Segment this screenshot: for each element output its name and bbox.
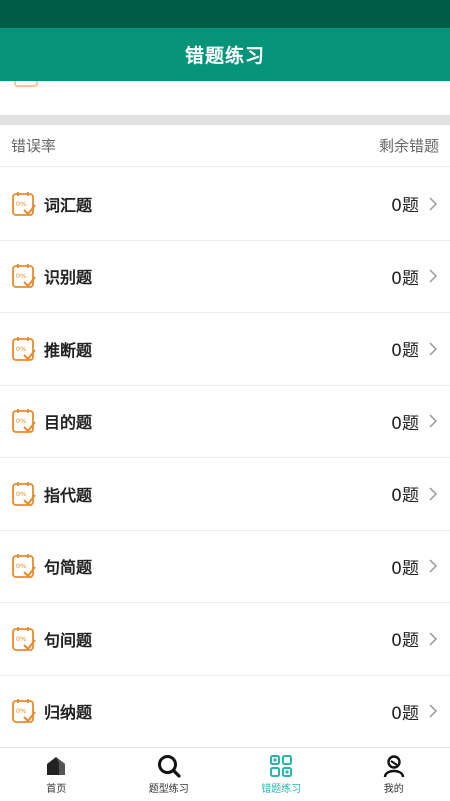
item-count: 0题	[391, 554, 419, 579]
list-item-identification[interactable]: 0% 识别题 0题	[0, 241, 450, 314]
error-rate-icon: 0%	[12, 191, 36, 217]
previous-section-peek	[0, 81, 450, 115]
search-icon	[157, 754, 181, 778]
chevron-right-icon	[429, 197, 438, 211]
svg-text:0%: 0%	[16, 562, 26, 570]
svg-text:0%: 0%	[16, 272, 26, 280]
grid-icon	[269, 754, 293, 778]
list-item-vocabulary[interactable]: 0% 词汇题 0题	[0, 168, 450, 241]
partial-icon	[14, 81, 38, 87]
user-icon	[382, 754, 406, 778]
svg-text:0%: 0%	[16, 635, 26, 643]
error-rate-icon: 0%	[12, 336, 36, 362]
svg-text:0%: 0%	[16, 707, 26, 715]
chevron-right-icon	[429, 487, 438, 501]
chevron-right-icon	[429, 342, 438, 356]
remaining-errors-header: 剩余错题	[379, 135, 439, 156]
error-rate-icon: 0%	[12, 481, 36, 507]
item-label: 目的题	[44, 409, 391, 433]
tab-label: 题型练习	[149, 780, 189, 795]
tab-error-practice[interactable]: 错题练习	[225, 748, 338, 801]
tab-label: 错题练习	[261, 780, 301, 795]
error-rate-icon: 0%	[12, 698, 36, 724]
chevron-right-icon	[429, 559, 438, 573]
item-label: 词汇题	[44, 192, 391, 216]
status-bar	[0, 0, 450, 28]
list-item-purpose[interactable]: 0% 目的题 0题	[0, 386, 450, 459]
item-count: 0题	[391, 264, 419, 289]
home-icon	[44, 754, 68, 778]
tab-home[interactable]: 首页	[0, 748, 113, 801]
list-item-sentence-simplification[interactable]: 0% 句简题 0题	[0, 531, 450, 604]
tab-mine[interactable]: 我的	[338, 748, 450, 801]
item-label: 句间题	[44, 627, 391, 651]
list-item-summary[interactable]: 0% 归纳题 0题	[0, 676, 450, 749]
item-label: 归纳题	[44, 699, 391, 723]
item-count: 0题	[391, 409, 419, 434]
question-type-list: 0% 词汇题 0题 0% 识别题 0题 0% 推断题 0题	[0, 168, 450, 748]
list-header: 错误率 剩余错题	[0, 125, 450, 167]
list-item-reference[interactable]: 0% 指代题 0题	[0, 458, 450, 531]
error-rate-header: 错误率	[11, 135, 56, 156]
chevron-right-icon	[429, 414, 438, 428]
item-label: 句简题	[44, 554, 391, 578]
error-rate-icon: 0%	[12, 408, 36, 434]
error-rate-icon: 0%	[12, 263, 36, 289]
chevron-right-icon	[429, 704, 438, 718]
item-count: 0题	[391, 191, 419, 216]
chevron-right-icon	[429, 632, 438, 646]
list-item-inference[interactable]: 0% 推断题 0题	[0, 313, 450, 386]
svg-text:0%: 0%	[16, 345, 26, 353]
item-count: 0题	[391, 336, 419, 361]
error-rate-icon: 0%	[12, 626, 36, 652]
svg-text:0%: 0%	[16, 417, 26, 425]
tab-question-practice[interactable]: 题型练习	[113, 748, 226, 801]
svg-text:0%: 0%	[16, 200, 26, 208]
bottom-tab-bar: 首页 题型练习 错题练习 我的	[0, 747, 450, 801]
item-label: 指代题	[44, 482, 391, 506]
tab-label: 我的	[384, 780, 404, 795]
chevron-right-icon	[429, 269, 438, 283]
list-item-sentence-insertion[interactable]: 0% 句间题 0题	[0, 603, 450, 676]
svg-text:0%: 0%	[16, 490, 26, 498]
tab-label: 首页	[46, 780, 66, 795]
item-label: 推断题	[44, 337, 391, 361]
error-rate-icon: 0%	[12, 553, 36, 579]
item-label: 识别题	[44, 264, 391, 288]
page-title-text: 错题练习	[185, 41, 265, 68]
item-count: 0题	[391, 481, 419, 506]
item-count: 0题	[391, 626, 419, 651]
page-title: 错题练习	[0, 28, 450, 81]
item-count: 0题	[391, 699, 419, 724]
section-divider	[0, 115, 450, 125]
